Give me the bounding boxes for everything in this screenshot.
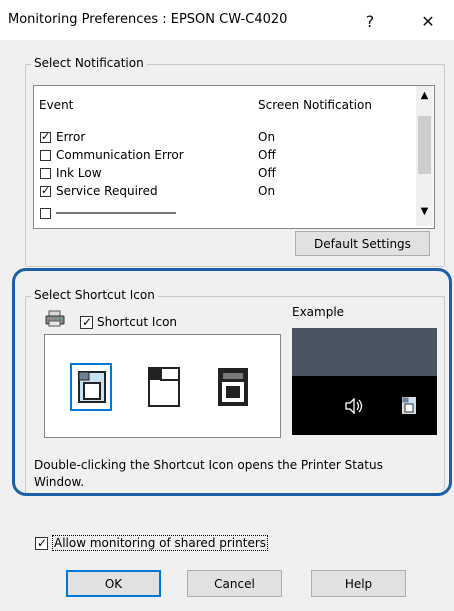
close-button[interactable]: ✕ xyxy=(408,7,448,35)
event-label: Ink Low xyxy=(56,166,102,180)
event-checkbox[interactable]: ✓ xyxy=(40,130,51,143)
event-label: Error xyxy=(56,130,86,144)
list-item[interactable]: Communication Error Off xyxy=(34,148,434,164)
check-mark-icon: ✓ xyxy=(37,536,48,550)
check-mark-icon: ✓ xyxy=(41,184,51,197)
list-item-clipped[interactable] xyxy=(34,202,434,219)
event-label: Communication Error xyxy=(56,148,184,162)
clipped-text xyxy=(56,212,176,214)
column-header-screen-notification[interactable]: Screen Notification xyxy=(258,98,372,112)
scroll-down-icon[interactable]: ▼ xyxy=(416,206,433,220)
event-checkbox[interactable] xyxy=(40,168,51,179)
column-header-event[interactable]: Event xyxy=(39,98,73,112)
highlight-frame xyxy=(12,268,452,496)
default-settings-button[interactable]: Default Settings xyxy=(295,231,430,256)
scroll-thumb[interactable] xyxy=(418,116,431,174)
event-label: Service Required xyxy=(56,184,158,198)
check-mark-icon: ✓ xyxy=(41,130,51,143)
notification-group-label: Select Notification xyxy=(31,56,147,70)
window-title: Monitoring Preferences : EPSON CW-C4020 xyxy=(8,12,288,27)
event-value: Off xyxy=(258,148,276,162)
shared-printers-label[interactable]: Allow monitoring of shared printers xyxy=(52,535,269,551)
scroll-up-icon[interactable]: ▲ xyxy=(416,90,433,104)
help-title-button[interactable]: ? xyxy=(350,7,390,35)
list-item[interactable]: Ink Low Off xyxy=(34,166,434,182)
ok-button[interactable]: OK xyxy=(66,570,161,597)
list-item[interactable]: ✓ Service Required On xyxy=(34,184,434,200)
shared-printers-checkbox[interactable]: ✓ xyxy=(35,536,48,550)
help-button[interactable]: Help xyxy=(311,570,406,597)
cancel-button[interactable]: Cancel xyxy=(187,570,282,597)
list-item[interactable]: ✓ Error On xyxy=(34,130,434,146)
list-scrollbar[interactable]: ▲ ▼ xyxy=(416,86,433,226)
event-checkbox[interactable]: ✓ xyxy=(40,184,51,197)
notification-list[interactable]: Event Screen Notification ✓ Error On Com… xyxy=(33,85,435,229)
event-value: On xyxy=(258,130,276,144)
event-checkbox[interactable] xyxy=(40,208,51,219)
title-bar: Monitoring Preferences : EPSON CW-C4020 … xyxy=(0,0,454,40)
event-checkbox[interactable] xyxy=(40,150,51,161)
event-value: On xyxy=(258,184,276,198)
event-value: Off xyxy=(258,166,276,180)
